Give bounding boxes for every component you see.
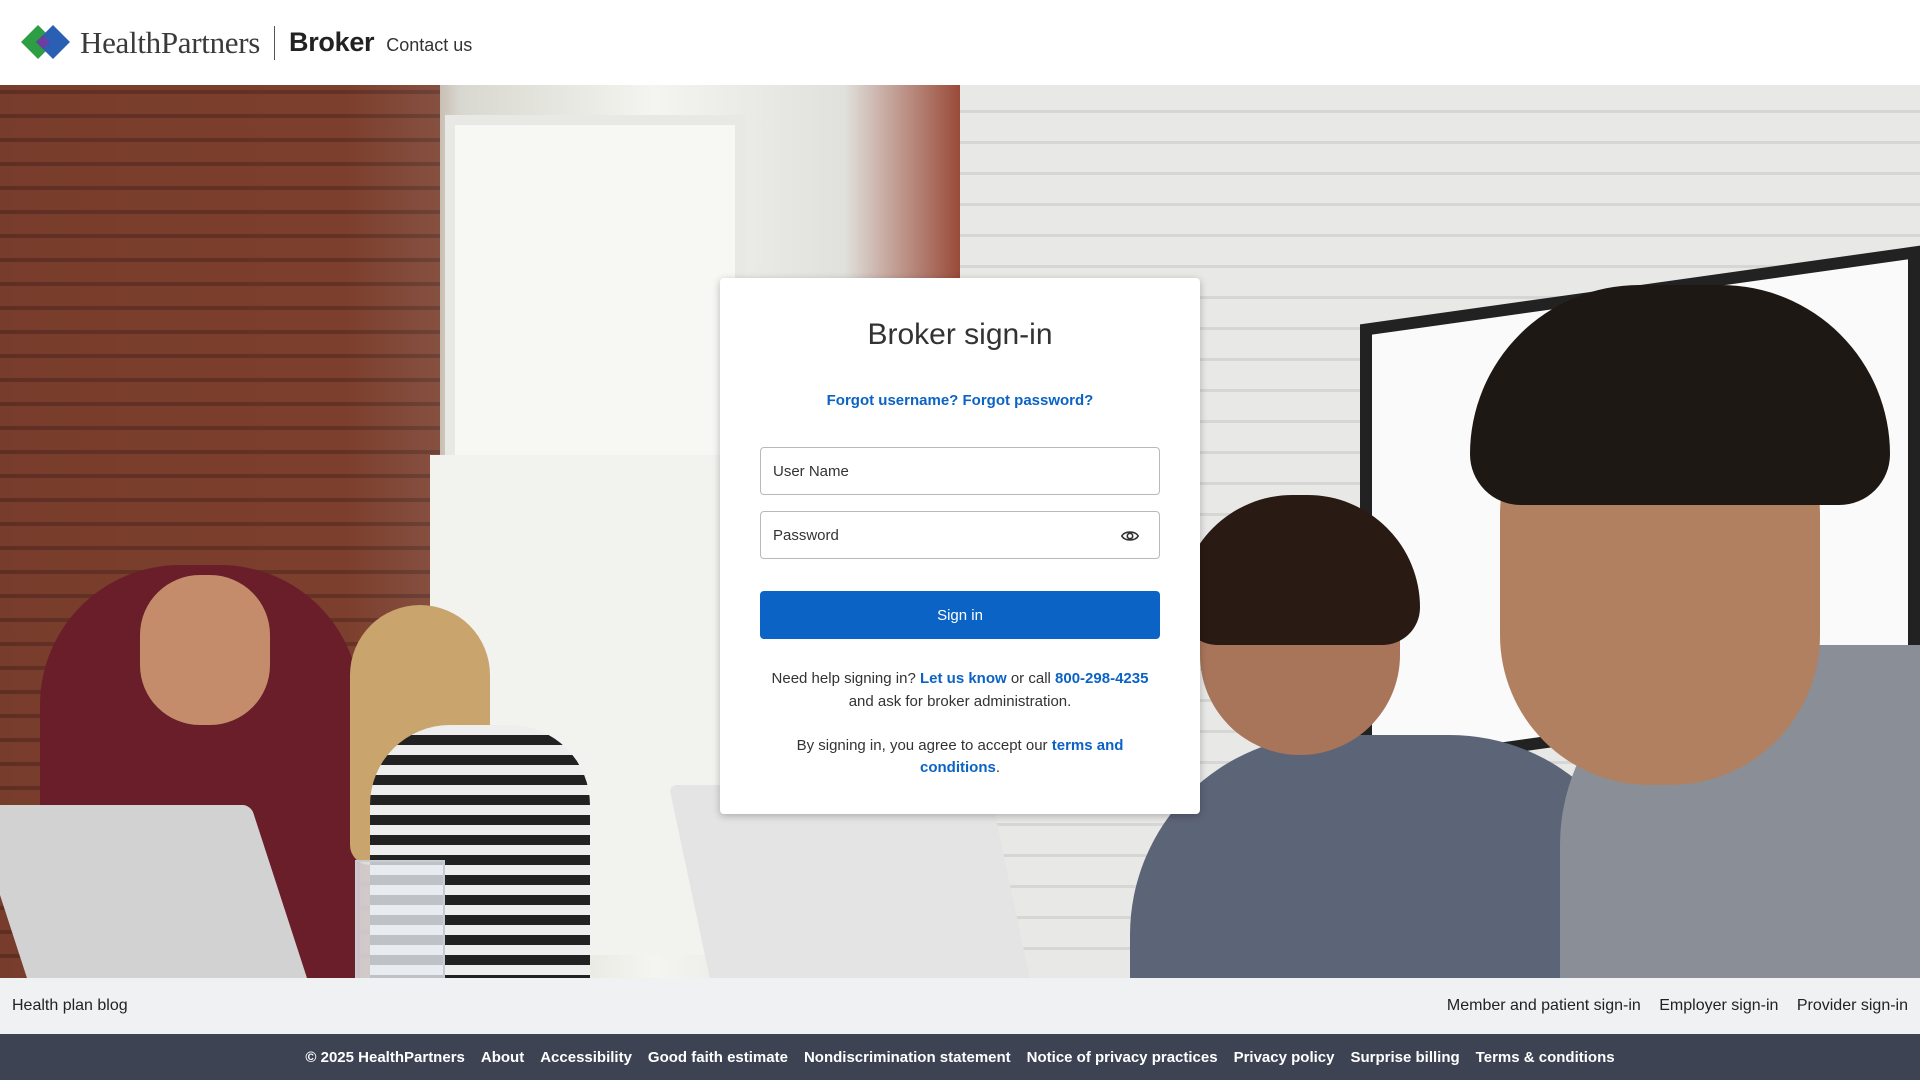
username-input[interactable]: [761, 448, 1159, 494]
password-input[interactable]: [761, 512, 1159, 558]
footer-link-good-faith-estimate[interactable]: Good faith estimate: [648, 1049, 788, 1066]
forgot-username-link[interactable]: Forgot username?: [827, 392, 959, 409]
healthpartners-logo[interactable]: HealthPartners: [21, 24, 261, 61]
password-field-wrapper: [760, 511, 1160, 559]
sign-in-button[interactable]: Sign in: [760, 591, 1160, 639]
member-sign-in-link[interactable]: Member and patient sign-in: [1447, 997, 1641, 1014]
username-field-wrapper: [760, 447, 1160, 495]
footer-link-accessibility[interactable]: Accessibility: [540, 1049, 632, 1066]
footer-link-nondiscrimination[interactable]: Nondiscrimination statement: [804, 1049, 1011, 1066]
footer-link-privacy-policy[interactable]: Privacy policy: [1234, 1049, 1335, 1066]
footer-link-privacy-practices[interactable]: Notice of privacy practices: [1027, 1049, 1218, 1066]
footer-link-surprise-billing[interactable]: Surprise billing: [1350, 1049, 1459, 1066]
help-text: Need help signing in? Let us know or cal…: [760, 667, 1160, 713]
help-prefix: Need help signing in?: [771, 670, 916, 687]
footer-link-about[interactable]: About: [481, 1049, 524, 1066]
phone-link[interactable]: 800-298-4235: [1055, 670, 1148, 687]
site-header: HealthPartners Broker Contact us: [0, 0, 1920, 85]
help-mid: or call: [1010, 670, 1051, 687]
site-footer: © 2025 HealthPartners About Accessibilit…: [0, 1034, 1920, 1080]
footer-link-terms[interactable]: Terms & conditions: [1476, 1049, 1615, 1066]
contact-us-link[interactable]: Contact us: [386, 35, 472, 56]
terms-prefix: By signing in, you agree to accept our: [796, 737, 1048, 754]
healthpartners-logo-icon: [21, 24, 72, 60]
terms-suffix: .: [995, 759, 1000, 776]
logo-text: HealthPartners: [80, 24, 261, 60]
copyright: © 2025 HealthPartners: [305, 1048, 465, 1066]
terms-text: By signing in, you agree to accept our t…: [760, 735, 1160, 779]
page-title: Broker sign-in: [867, 318, 1053, 351]
product-name: Broker: [289, 27, 375, 57]
employer-sign-in-link[interactable]: Employer sign-in: [1659, 997, 1778, 1014]
forgot-links: Forgot username? Forgot password?: [760, 392, 1160, 409]
eye-icon[interactable]: [1121, 527, 1139, 545]
sub-footer: Health plan blog Member and patient sign…: [0, 978, 1920, 1034]
let-us-know-link[interactable]: Let us know: [920, 670, 1007, 687]
sign-in-card: Broker sign-in Forgot username? Forgot p…: [720, 278, 1200, 814]
help-suffix: and ask for broker administration.: [848, 693, 1072, 710]
provider-sign-in-link[interactable]: Provider sign-in: [1797, 997, 1908, 1014]
forgot-password-link[interactable]: Forgot password?: [963, 392, 1094, 409]
sub-footer-right-links: Member and patient sign-in Employer sign…: [1433, 997, 1908, 1015]
header-divider: [274, 25, 276, 60]
health-plan-blog-link[interactable]: Health plan blog: [12, 997, 128, 1015]
